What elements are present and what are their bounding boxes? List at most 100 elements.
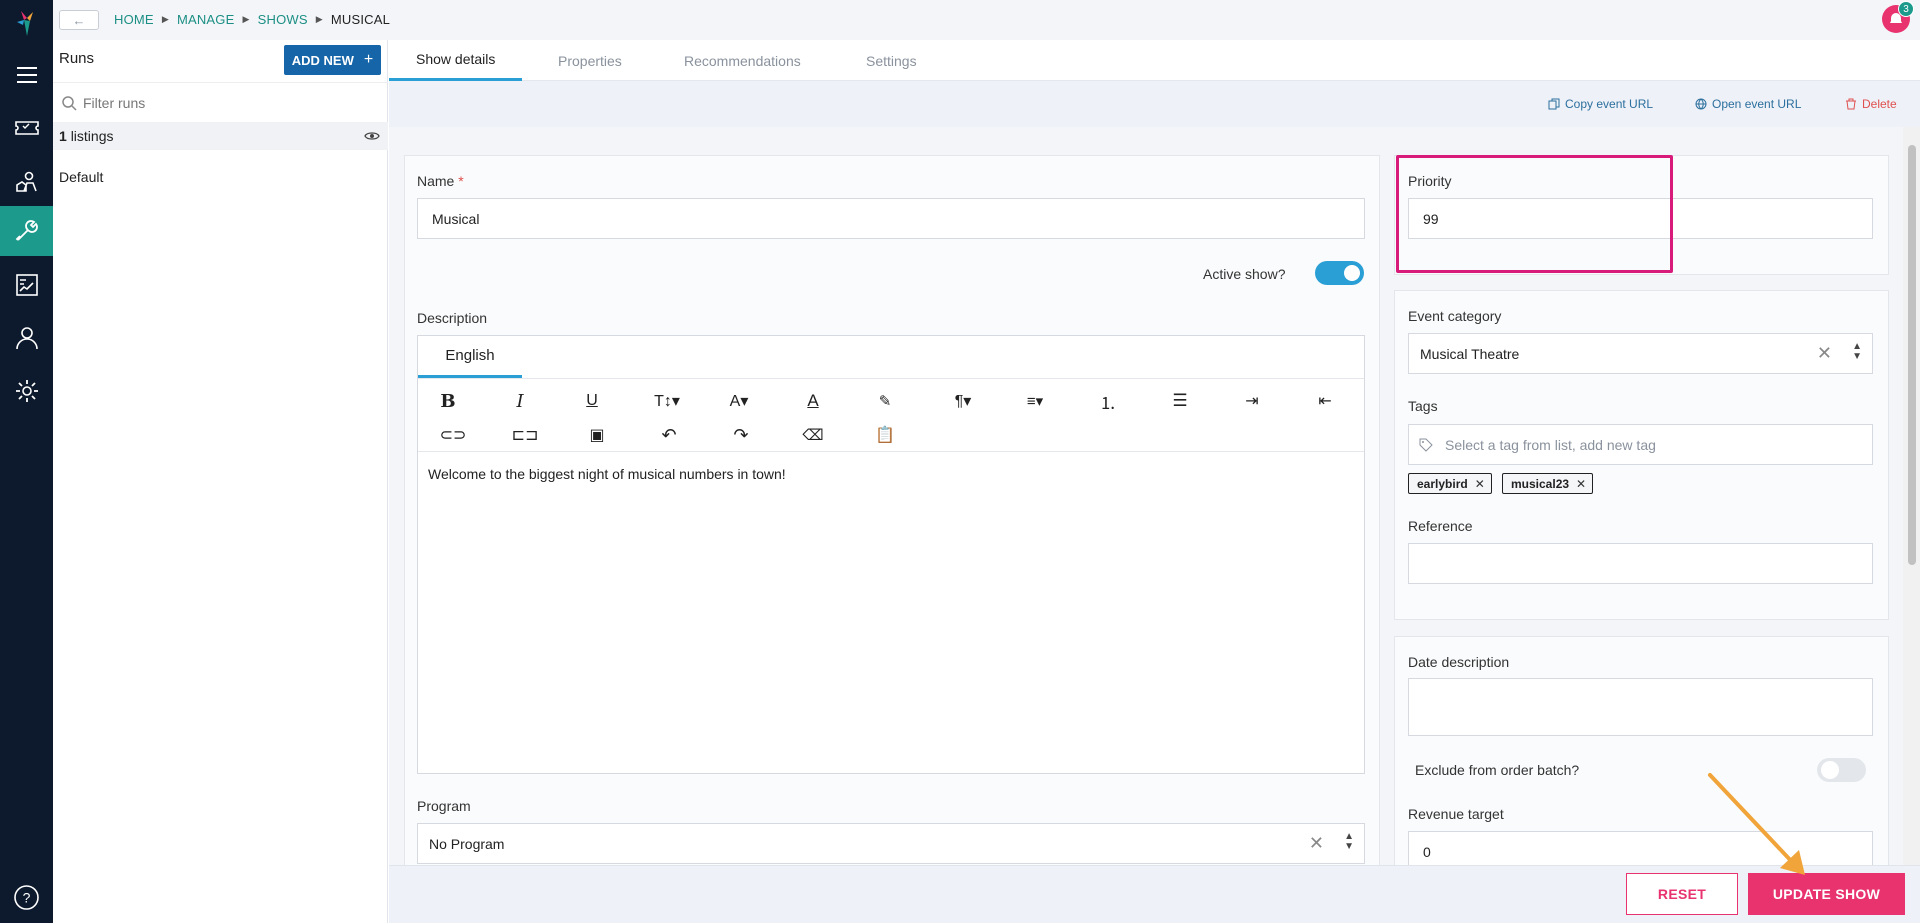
active-show-toggle[interactable] [1315, 261, 1364, 285]
link-icon[interactable]: ⊂⊃ [436, 421, 470, 449]
arrow-left-icon: ← [72, 12, 86, 28]
highlight-icon[interactable]: ✎ [868, 387, 902, 415]
filter-runs [53, 82, 388, 122]
copy-event-url-button[interactable]: Copy event URL [1548, 97, 1653, 111]
runs-title: Runs [59, 50, 95, 67]
breadcrumb-current: MUSICAL [330, 12, 391, 27]
breadcrumb: HOME ▶ MANAGE ▶ SHOWS ▶ MUSICAL [114, 12, 390, 27]
scrollbar-thumb[interactable] [1908, 145, 1916, 565]
underline-icon[interactable]: U [575, 387, 609, 415]
eye-icon[interactable] [364, 129, 380, 143]
clear-icon[interactable]: ✕ [1309, 833, 1324, 854]
redo-icon[interactable]: ↷ [724, 421, 758, 449]
listings-row[interactable]: 1 listings [53, 122, 388, 150]
name-input[interactable]: Musical [417, 198, 1365, 239]
font-color-icon[interactable]: A [796, 387, 830, 415]
exclude-order-batch-toggle[interactable] [1817, 758, 1866, 782]
customers-icon[interactable] [0, 157, 53, 207]
bold-icon[interactable]: B [431, 387, 465, 415]
ticket-icon[interactable] [0, 103, 53, 153]
globe-icon [1695, 98, 1707, 110]
help-icon[interactable]: ? [13, 884, 40, 911]
sort-arrows-icon: ▲ ▼ [1344, 831, 1354, 852]
listings-label: listings [70, 128, 114, 144]
tag-chip: earlybird ✕ [1408, 473, 1492, 494]
copy-icon [1548, 98, 1560, 110]
paragraph-icon[interactable]: ¶▾ [943, 387, 983, 415]
image-icon[interactable]: ▣ [580, 421, 614, 449]
remove-tag-icon[interactable]: ✕ [1576, 477, 1586, 491]
reset-button[interactable]: RESET [1626, 873, 1738, 915]
back-button[interactable]: ← [59, 10, 99, 30]
description-text[interactable]: Welcome to the biggest night of musical … [428, 466, 786, 482]
event-category-label: Event category [1408, 308, 1502, 324]
sort-arrows-icon: ▲ ▼ [1852, 341, 1862, 362]
tab-recommendations[interactable]: Recommendations [684, 40, 801, 81]
language-tab-english[interactable]: English [418, 336, 522, 378]
breadcrumb-shows[interactable]: SHOWS [258, 12, 308, 27]
ordered-list-icon[interactable]: ⒈ [1091, 387, 1125, 415]
priority-label: Priority [1408, 173, 1452, 189]
open-event-url-label: Open event URL [1712, 97, 1802, 111]
outdent-icon[interactable]: ⇤ [1308, 387, 1342, 415]
tab-properties[interactable]: Properties [558, 40, 622, 81]
program-value: No Program [429, 835, 505, 852]
breadcrumb-separator-icon: ▶ [242, 14, 250, 24]
active-show-label: Active show? [1203, 266, 1286, 282]
show-tabs: Show details Properties Recommendations … [389, 40, 1920, 81]
run-item-default[interactable]: Default [59, 169, 103, 185]
tags-label: Tags [1408, 398, 1438, 414]
description-label: Description [417, 310, 488, 326]
delete-label: Delete [1862, 97, 1897, 111]
date-description-textarea[interactable] [1408, 678, 1873, 736]
remove-tag-icon[interactable]: ✕ [1475, 477, 1485, 491]
revenue-target-label: Revenue target [1408, 806, 1504, 822]
undo-icon[interactable]: ↶ [652, 421, 686, 449]
menu-icon[interactable] [0, 50, 53, 100]
tag-icon [1419, 438, 1433, 452]
copy-event-url-label: Copy event URL [1565, 97, 1654, 111]
priority-input[interactable]: 99 [1408, 198, 1873, 239]
breadcrumb-manage[interactable]: MANAGE [177, 12, 235, 27]
tags-placeholder: Select a tag from list, add new tag [1445, 436, 1656, 453]
program-select[interactable]: No Program ✕ ▲ ▼ [417, 823, 1365, 864]
user-icon[interactable] [0, 313, 53, 363]
italic-icon[interactable]: I [503, 387, 537, 415]
delete-button[interactable]: Delete [1845, 97, 1897, 111]
settings-gear-icon[interactable] [0, 366, 53, 416]
event-category-select[interactable]: Musical Theatre ✕ ▲ ▼ [1408, 333, 1873, 374]
filter-runs-input[interactable] [83, 94, 363, 111]
top-bar: ← HOME ▶ MANAGE ▶ SHOWS ▶ MUSICAL 3 [53, 0, 1920, 40]
tools-icon[interactable] [0, 206, 53, 256]
runs-panel: Runs ADD NEW + 1 listings Default [53, 40, 388, 923]
indent-icon[interactable]: ⇥ [1235, 387, 1269, 415]
clear-format-icon[interactable]: ⌫ [796, 421, 830, 449]
reference-label: Reference [1408, 518, 1473, 534]
tag-label: musical23 [1511, 476, 1570, 491]
open-event-url-button[interactable]: Open event URL [1695, 97, 1801, 111]
clear-icon[interactable]: ✕ [1817, 343, 1832, 364]
add-new-label: ADD NEW [291, 52, 354, 68]
font-size-icon[interactable]: T↕▾ [647, 387, 687, 415]
tab-show-details[interactable]: Show details [389, 40, 523, 81]
unlink-icon[interactable]: ⊏⊐ [508, 421, 542, 449]
notifications-button[interactable]: 3 [1882, 1, 1914, 33]
reference-input[interactable] [1408, 543, 1873, 584]
tab-settings[interactable]: Settings [866, 40, 917, 81]
update-show-button[interactable]: UPDATE SHOW [1748, 873, 1905, 915]
notification-badge: 3 [1898, 1, 1914, 17]
add-new-run-button[interactable]: ADD NEW + [284, 45, 381, 75]
paste-icon[interactable]: 📋 [868, 421, 902, 449]
content-scrollbar[interactable] [1903, 127, 1920, 865]
unordered-list-icon[interactable]: ☰ [1163, 387, 1197, 415]
font-family-icon[interactable]: A▾ [721, 387, 757, 415]
trash-icon [1846, 98, 1856, 110]
date-description-label: Date description [1408, 654, 1510, 670]
search-icon [62, 95, 77, 111]
reports-icon[interactable] [0, 260, 53, 310]
left-nav-rail: ? [0, 0, 53, 923]
align-icon[interactable]: ≡▾ [1015, 387, 1055, 415]
tags-input[interactable]: Select a tag from list, add new tag [1408, 424, 1873, 465]
breadcrumb-home[interactable]: HOME [114, 12, 154, 27]
app-logo-icon [17, 11, 33, 36]
